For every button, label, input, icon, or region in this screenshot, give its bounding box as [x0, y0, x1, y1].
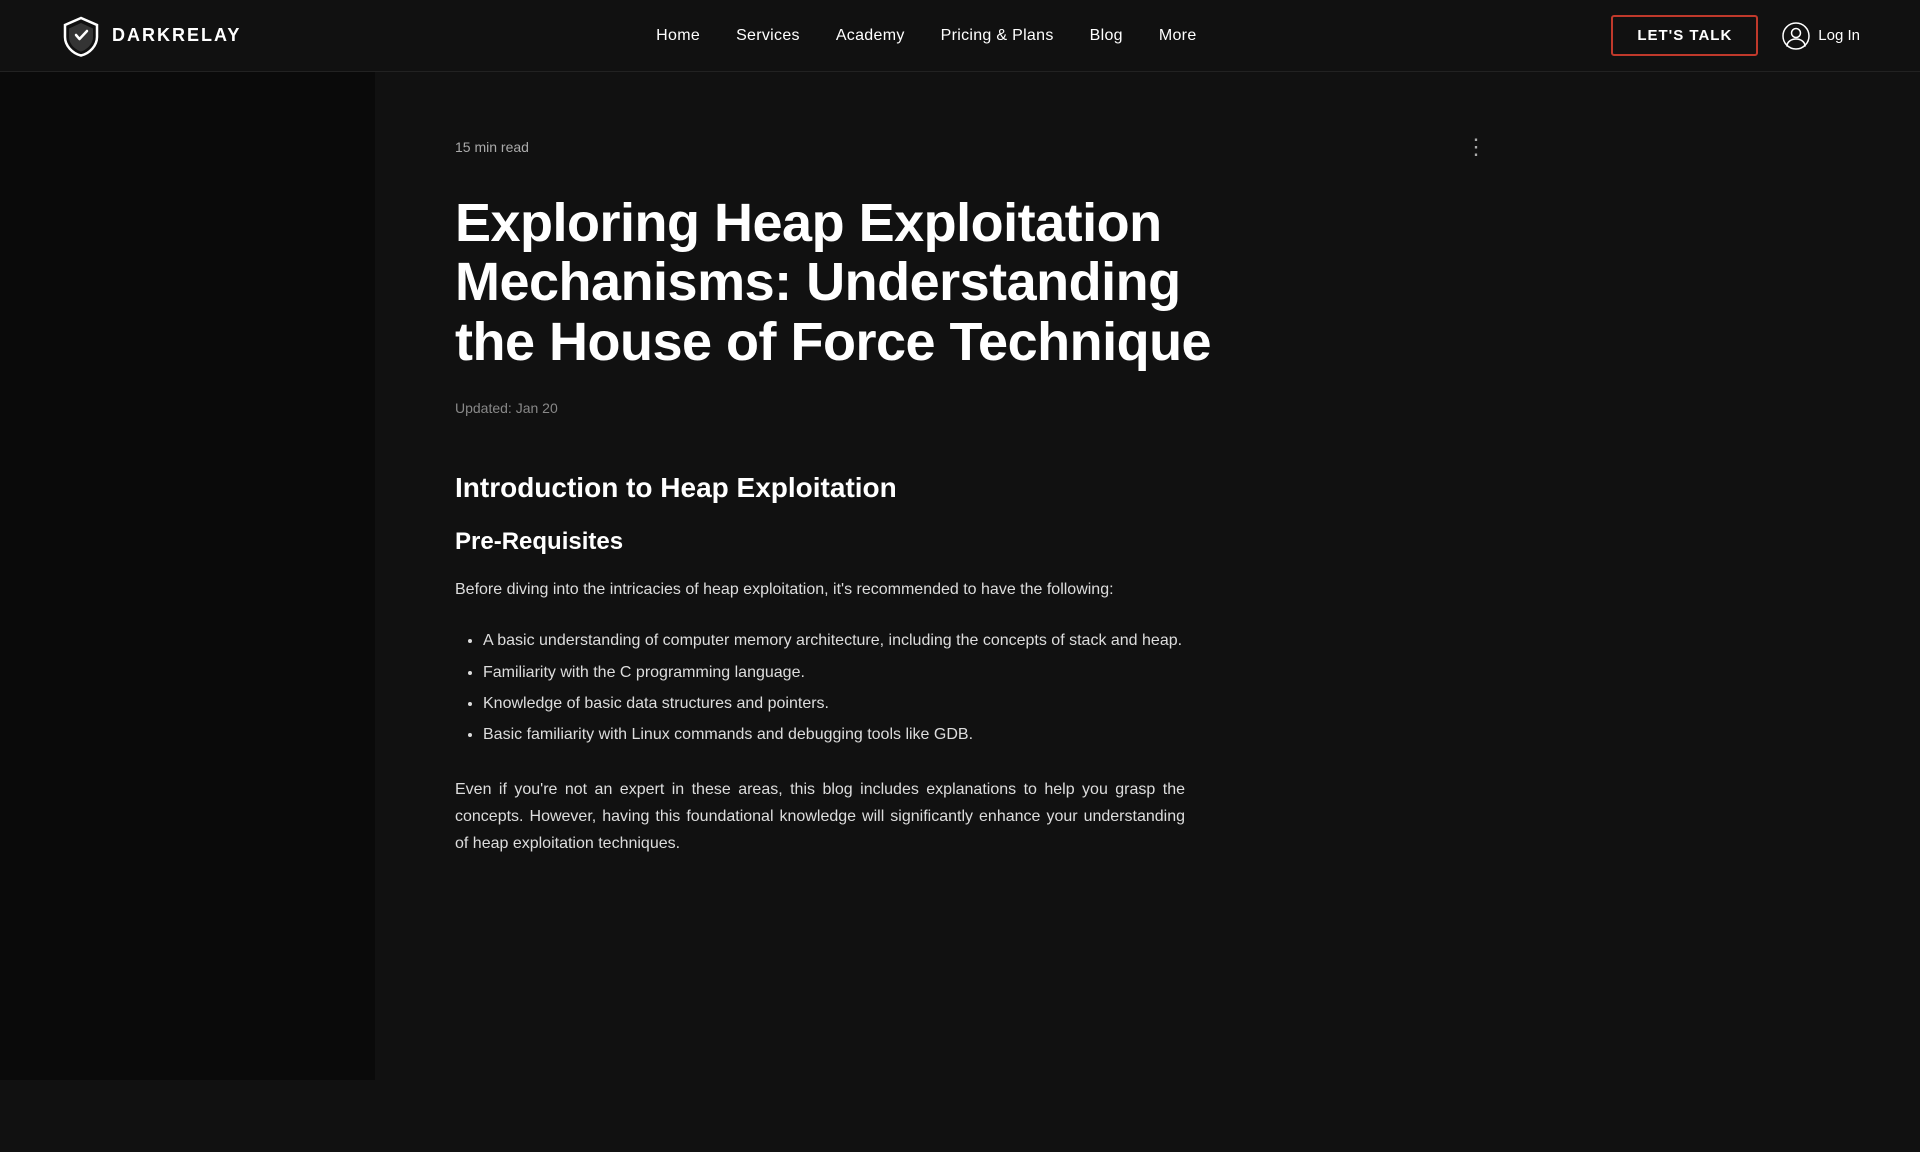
logo-text: DARKRELAY — [112, 25, 241, 46]
intro-text: Before diving into the intricacies of he… — [455, 576, 1185, 603]
logo[interactable]: DARKRELAY — [60, 15, 241, 57]
article-updated: Updated: Jan 20 — [455, 400, 1495, 416]
nav-more[interactable]: More — [1159, 27, 1197, 45]
nav-home[interactable]: Home — [656, 27, 700, 45]
nav-services[interactable]: Services — [736, 27, 800, 45]
list-item: Familiarity with the C programming langu… — [483, 659, 1185, 686]
lets-talk-button[interactable]: LET'S TALK — [1611, 15, 1758, 56]
section1-heading: Introduction to Heap Exploitation — [455, 472, 1495, 504]
article-meta: 15 min read ⋮ — [455, 132, 1495, 162]
nav-pricing[interactable]: Pricing & Plans — [941, 27, 1054, 45]
nav-academy[interactable]: Academy — [836, 27, 905, 45]
section2-heading: Pre-Requisites — [455, 528, 1495, 556]
nav-blog[interactable]: Blog — [1090, 27, 1123, 45]
main-nav: Home Services Academy Pricing & Plans Bl… — [656, 27, 1196, 45]
logo-icon — [60, 15, 102, 57]
article-main: 15 min read ⋮ Exploring Heap Exploitatio… — [375, 72, 1575, 962]
prerequisites-list: A basic understanding of computer memory… — [455, 627, 1185, 748]
login-label: Log In — [1818, 27, 1860, 44]
list-item: A basic understanding of computer memory… — [483, 627, 1185, 654]
login-area[interactable]: Log In — [1782, 22, 1860, 50]
article-title: Exploring Heap Exploitation Mechanisms: … — [455, 194, 1235, 372]
site-header: DARKRELAY Home Services Academy Pricing … — [0, 0, 1920, 72]
left-sidebar — [0, 0, 375, 1080]
list-item: Basic familiarity with Linux commands an… — [483, 721, 1185, 748]
list-item: Knowledge of basic data structures and p… — [483, 690, 1185, 717]
user-icon — [1782, 22, 1810, 50]
more-options-button[interactable]: ⋮ — [1457, 132, 1495, 162]
read-time: 15 min read — [455, 139, 529, 155]
header-right: LET'S TALK Log In — [1611, 15, 1860, 56]
closing-text: Even if you're not an expert in these ar… — [455, 776, 1185, 858]
